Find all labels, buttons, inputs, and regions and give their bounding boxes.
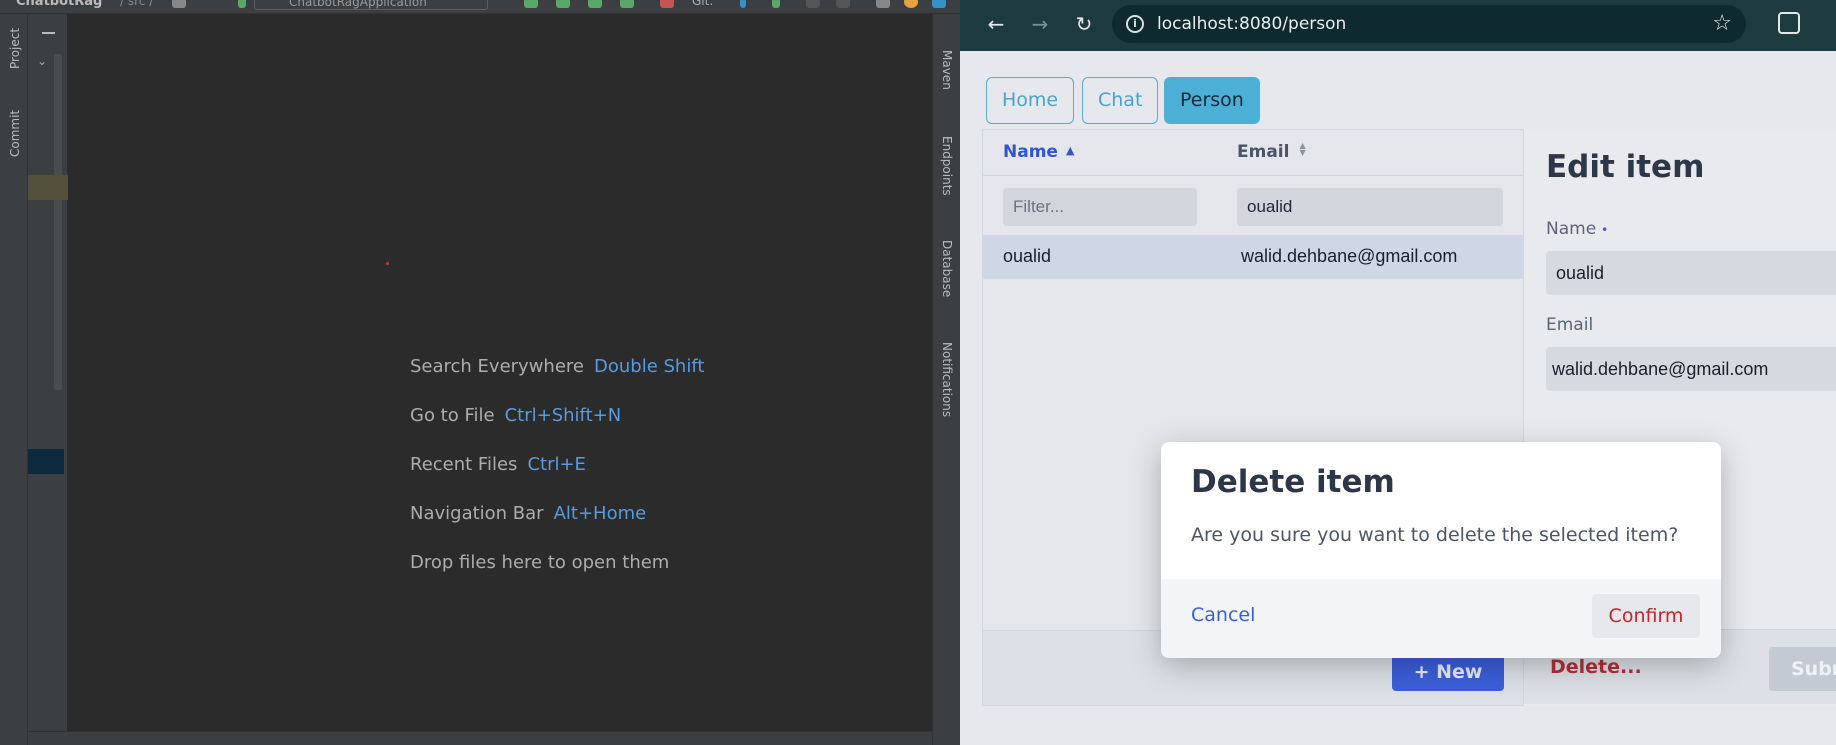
browser-window: ← → ↻ i localhost:8080/person ☆ Home Cha… [960,0,1836,745]
name-label-text: Name [1546,219,1597,239]
chevron-down-icon[interactable]: ⌄ [37,54,47,68]
selected-tree-item[interactable] [28,175,68,200]
hint-shortcut[interactable]: Alt+Home [554,503,647,524]
bookmark-star-icon[interactable]: ☆ [1712,11,1732,36]
debug-icon[interactable] [556,0,570,8]
column-header-name[interactable]: Name ▲ [1003,142,1074,162]
search-icon[interactable] [876,0,890,8]
hint-label: Drop files here to open them [410,552,670,573]
right-tool-strip: Maven Endpoints Database Notifications [932,14,960,745]
submit-button[interactable]: Submit [1769,647,1836,691]
forward-icon[interactable]: → [1026,10,1054,38]
delete-confirm-dialog: Delete item Are you sure you want to del… [1161,442,1721,658]
hint-search-everywhere: Search Everywhere Double Shift [410,356,704,405]
nav-person-button[interactable]: Person [1164,77,1260,124]
coverage-icon[interactable] [588,0,602,8]
ide-toolbar: ChatbotRag / src / ChatbotRagApplication… [0,0,960,14]
run-config-selector[interactable]: ChatbotRagApplication [254,0,488,10]
hint-recent-files: Recent Files Ctrl+E [410,454,704,503]
dialog-footer: Cancel Confirm [1161,579,1721,658]
cell-email: walid.dehbane@gmail.com [1241,246,1458,266]
column-header-label: Name [1003,142,1058,162]
hint-label: Navigation Bar [410,503,544,524]
hint-label: Recent Files [410,454,518,475]
tab-commit[interactable]: Commit [8,110,22,157]
back-icon[interactable]: ← [982,10,1010,38]
name-filter-input[interactable] [1003,188,1197,226]
name-field-label: Name • [1546,219,1608,239]
site-info-icon[interactable]: i [1126,15,1144,33]
editor-empty-area: Search Everywhere Double Shift Go to File… [68,14,932,731]
hint-shortcut[interactable]: Ctrl+Shift+N [505,405,622,426]
sort-icon[interactable]: ▲ ▼ [1299,142,1305,157]
nav-chat-button[interactable]: Chat [1082,77,1159,124]
hint-drop-files: Drop files here to open them [410,552,704,601]
tab-maven[interactable]: Maven [940,50,954,90]
plugin-icon[interactable] [932,0,946,8]
ide-window: ChatbotRag / src / ChatbotRagApplication… [0,0,960,745]
git-update-icon[interactable] [740,0,746,8]
hint-navigation-bar: Navigation Bar Alt+Home [410,503,704,552]
hint-go-to-file: Go to File Ctrl+Shift+N [410,405,704,454]
confirm-button[interactable]: Confirm [1592,594,1700,638]
project-name[interactable]: ChatbotRag [16,0,102,9]
git-commit-icon[interactable] [772,0,780,8]
run-icon[interactable] [524,0,538,8]
column-header-label: Email [1237,142,1290,162]
sort-asc-icon[interactable]: ▲ [1066,144,1074,157]
email-field[interactable] [1546,347,1836,391]
user-icon[interactable] [172,0,186,8]
tab-database[interactable]: Database [940,240,954,297]
tab-endpoints[interactable]: Endpoints [940,136,954,196]
welcome-hints: Search Everywhere Double Shift Go to File… [410,356,704,601]
project-scrollbar[interactable] [54,54,62,390]
table-row[interactable]: oualid walid.dehbane@gmail.com [983,235,1523,279]
cancel-button[interactable]: Cancel [1191,604,1255,626]
extensions-icon[interactable] [1778,12,1800,34]
grid-header: Name ▲ Email ▲ ▼ [983,130,1523,176]
updates-icon[interactable] [904,0,918,8]
stop-icon[interactable] [660,0,674,8]
url-text[interactable]: localhost:8080/person [1157,14,1346,34]
focused-tree-item[interactable] [28,449,64,474]
new-item-button[interactable]: + New [1392,653,1504,691]
email-filter-input[interactable] [1237,188,1503,226]
tab-notifications[interactable]: Notifications [940,342,954,417]
dialog-title: Delete item [1191,464,1395,500]
git-label: Git: [692,0,714,8]
profile-icon[interactable] [620,0,634,8]
hint-label: Search Everywhere [410,356,584,377]
name-field[interactable] [1546,251,1836,295]
left-tool-strip: Project Commit [0,14,28,745]
nav-home-button[interactable]: Home [986,77,1075,124]
cell-name: oualid [1003,246,1052,266]
tab-project[interactable]: Project [8,28,22,69]
project-panel: ⌄ [28,14,68,745]
address-bar[interactable]: i localhost:8080/person ☆ [1112,5,1746,43]
browser-toolbar: ← → ↻ i localhost:8080/person ☆ [960,0,1836,51]
hint-shortcut[interactable]: Double Shift [594,356,704,377]
reload-icon[interactable]: ↻ [1070,10,1098,38]
delete-button[interactable]: Delete... [1550,656,1642,678]
email-field-label: Email [1546,315,1594,335]
dialog-message: Are you sure you want to delete the sele… [1191,524,1679,546]
collapse-icon[interactable] [42,32,55,34]
screen: ChatbotRag / src / ChatbotRagApplication… [0,0,1836,745]
required-indicator: • [1601,223,1609,237]
hint-label: Go to File [410,405,495,426]
breadcrumb[interactable]: / src / [120,0,153,8]
hint-shortcut[interactable]: Ctrl+E [527,454,585,475]
edit-title: Edit item [1546,149,1705,185]
column-header-email[interactable]: Email ▲ ▼ [1237,142,1306,163]
app-page: Home Chat Person Name ▲ Email ▲▼ oualid wa… [960,51,1836,745]
ide-status-bar [28,731,932,745]
cursor-dot [386,262,389,265]
hammer-icon[interactable] [238,0,246,8]
rollback-icon[interactable] [836,0,850,8]
history-icon[interactable] [806,0,820,8]
